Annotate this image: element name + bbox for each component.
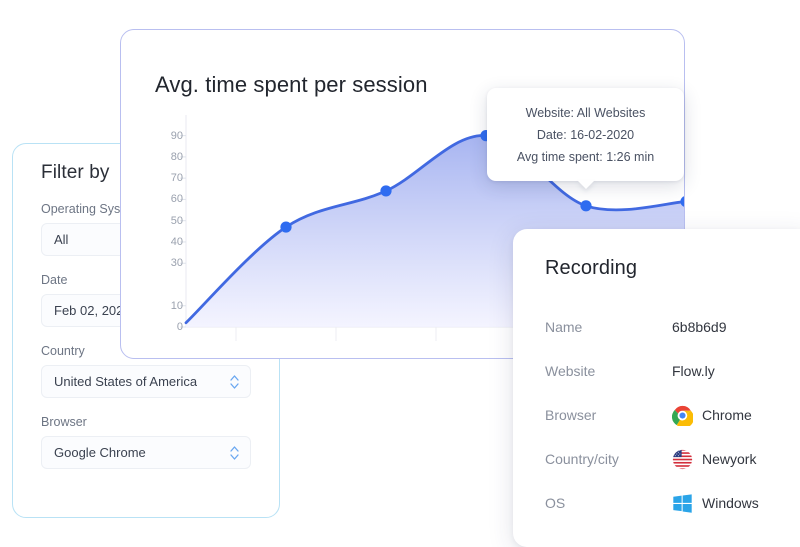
recording-row-name: Name 6b8b6d9 [545,305,800,349]
tooltip-date: Date: 16-02-2020 [536,128,635,142]
recording-card-title: Recording [545,257,638,279]
screenshot-root: Filter by Operating System All Date Feb … [0,0,800,547]
recording-card: Recording Name 6b8b6d9 Website Flow.ly B… [513,229,800,547]
recording-value-name: 6b8b6d9 [672,319,727,335]
tooltip-website: Website: All Websites [525,106,646,120]
filter-select-browser[interactable]: Google Chrome [41,436,251,469]
filter-value-country: United States of America [54,374,198,389]
recording-value-website: Flow.ly [672,363,715,379]
chevron-up-down-icon[interactable] [230,374,239,389]
recording-value-browser: Chrome [702,407,752,423]
filter-value-browser: Google Chrome [54,445,146,460]
recording-key-browser: Browser [545,407,597,423]
recording-value-country-city: Newyork [702,451,757,467]
recording-value-os: Windows [702,495,759,511]
chevron-up-down-icon[interactable] [230,445,239,460]
recording-value-browser-wrap: Chrome [672,405,752,426]
recording-row-os: OS Windows [545,481,800,525]
filter-label-browser: Browser [41,415,87,429]
recording-key-name: Name [545,319,583,335]
filter-field-browser: Browser Google Chrome [41,415,251,469]
chrome-icon [672,405,693,426]
us-flag-icon [672,449,693,469]
chart-tooltip: Website: All Websites Date: 16-02-2020 A… [487,88,684,181]
recording-row-country-city: Country/city Newyork [545,437,800,481]
recording-value-country-wrap: Newyork [672,449,756,470]
recording-key-country-city: Country/city [545,451,619,467]
filter-value-operating-system: All [54,232,69,247]
tooltip-avg-time: Avg time spent: 1:26 min [516,150,655,164]
recording-row-browser: Browser Chrome [545,393,800,437]
filter-select-country[interactable]: United States of America [41,365,251,398]
recording-key-os: OS [545,495,566,511]
windows-icon [673,493,692,513]
recording-key-website: Website [545,363,596,379]
recording-row-website: Website Flow.ly [545,349,800,393]
recording-value-os-wrap: Windows [672,493,759,514]
